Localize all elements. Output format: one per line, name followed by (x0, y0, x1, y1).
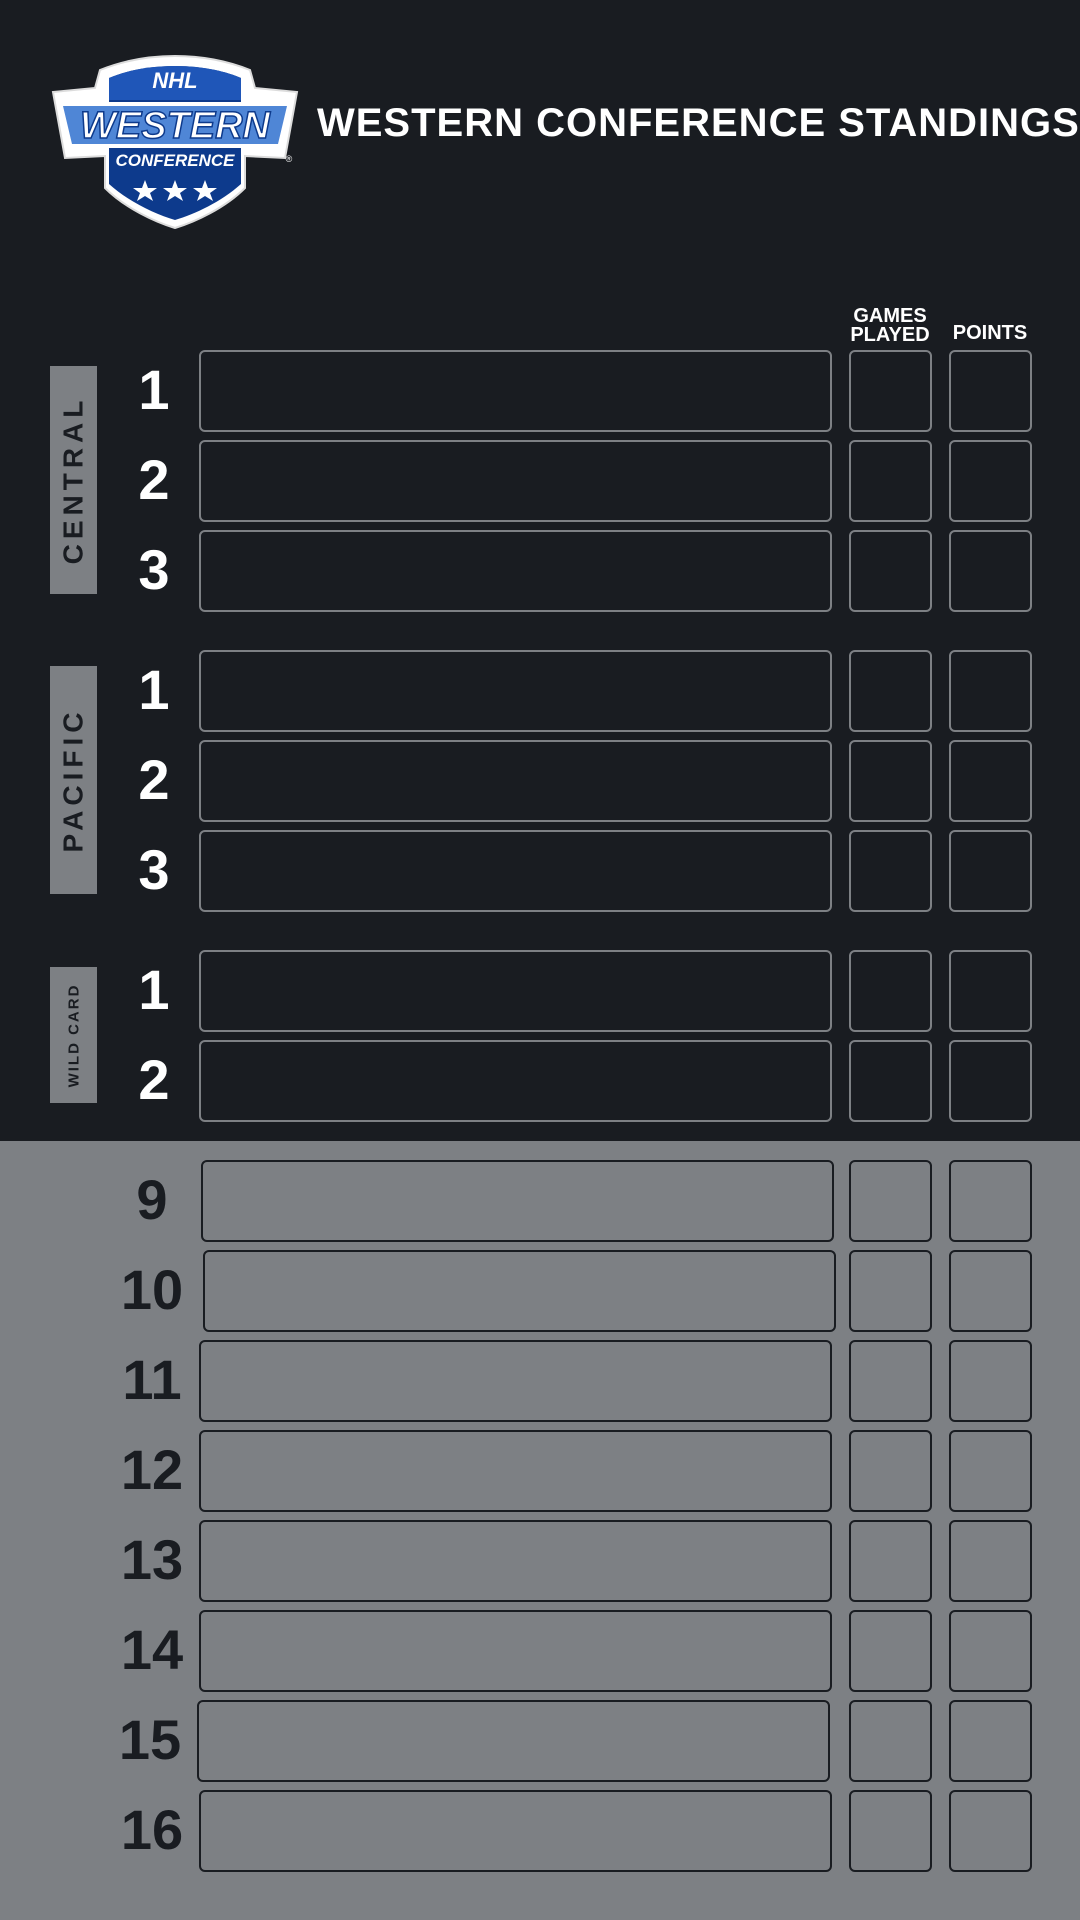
division-label-pacific-text: PACIFIC (57, 707, 89, 853)
logo-western-text: WESTERN (80, 105, 272, 147)
wild-card-2-team-field[interactable] (199, 1040, 832, 1122)
wild-card-rank-2: 2 (138, 1048, 170, 1111)
central-3-points-field[interactable] (949, 530, 1032, 612)
rank-14-team-field[interactable] (199, 1610, 832, 1692)
rank-11-team-field[interactable] (199, 1340, 832, 1422)
games-played-header-line2: PLAYED (850, 324, 930, 346)
rank-15-team-field[interactable] (197, 1700, 830, 1782)
points-header: POINTS (952, 322, 1028, 344)
rank-11-points-field[interactable] (949, 1340, 1032, 1422)
rank-9-games-played-field[interactable] (849, 1160, 932, 1242)
division-label-wild-card: WILD CARD (50, 967, 97, 1103)
central-3-games-played-field[interactable] (849, 530, 932, 612)
rank-13-games-played-field[interactable] (849, 1520, 932, 1602)
rank-15: 15 (118, 1708, 182, 1771)
central-1-points-field[interactable] (949, 350, 1032, 432)
rank-16-points-field[interactable] (949, 1790, 1032, 1872)
pacific-1-games-played-field[interactable] (849, 650, 932, 732)
wild-card-rank-1: 1 (138, 958, 170, 1021)
pacific-3-points-field[interactable] (949, 830, 1032, 912)
division-label-wild-card-text: WILD CARD (65, 983, 83, 1087)
rank-16-team-field[interactable] (199, 1790, 832, 1872)
conference-logo: NHL WESTERN CONFERENCE ® (51, 54, 299, 230)
division-label-pacific: PACIFIC (50, 666, 97, 894)
page-title: WESTERN CONFERENCE STANDINGS (317, 101, 1080, 145)
central-2-games-played-field[interactable] (849, 440, 932, 522)
rank-16: 16 (120, 1798, 184, 1861)
rank-11: 11 (122, 1348, 182, 1411)
rank-12-points-field[interactable] (949, 1430, 1032, 1512)
pacific-3-games-played-field[interactable] (849, 830, 932, 912)
rank-12: 12 (120, 1438, 184, 1501)
rank-10: 10 (120, 1258, 184, 1321)
central-1-games-played-field[interactable] (849, 350, 932, 432)
pacific-3-team-field[interactable] (199, 830, 832, 912)
pacific-rank-1: 1 (138, 658, 170, 721)
rank-12-team-field[interactable] (199, 1430, 832, 1512)
central-2-team-field[interactable] (199, 440, 832, 522)
rank-15-games-played-field[interactable] (849, 1700, 932, 1782)
division-label-central-text: CENTRAL (57, 395, 89, 565)
division-label-central: CENTRAL (50, 366, 97, 594)
pacific-2-points-field[interactable] (949, 740, 1032, 822)
wild-card-1-games-played-field[interactable] (849, 950, 932, 1032)
rank-13-team-field[interactable] (199, 1520, 832, 1602)
wild-card-2-games-played-field[interactable] (849, 1040, 932, 1122)
rank-11-games-played-field[interactable] (849, 1340, 932, 1422)
rank-16-games-played-field[interactable] (849, 1790, 932, 1872)
central-rank-3: 3 (138, 538, 170, 601)
rank-14-points-field[interactable] (949, 1610, 1032, 1692)
pacific-1-team-field[interactable] (199, 650, 832, 732)
logo-nhl-text: NHL (152, 68, 197, 93)
rank-15-points-field[interactable] (949, 1700, 1032, 1782)
games-played-header: GAMES PLAYED (845, 306, 935, 346)
central-1-team-field[interactable] (199, 350, 832, 432)
rank-12-games-played-field[interactable] (849, 1430, 932, 1512)
rank-10-team-field[interactable] (203, 1250, 836, 1332)
wild-card-1-team-field[interactable] (199, 950, 832, 1032)
rank-14-games-played-field[interactable] (849, 1610, 932, 1692)
wild-card-2-points-field[interactable] (949, 1040, 1032, 1122)
rank-9-points-field[interactable] (949, 1160, 1032, 1242)
pacific-rank-3: 3 (138, 838, 170, 901)
rank-13-points-field[interactable] (949, 1520, 1032, 1602)
central-rank-2: 2 (138, 448, 170, 511)
rank-10-points-field[interactable] (949, 1250, 1032, 1332)
central-3-team-field[interactable] (199, 530, 832, 612)
rank-13: 13 (120, 1528, 184, 1591)
rank-10-games-played-field[interactable] (849, 1250, 932, 1332)
rank-14: 14 (120, 1618, 184, 1681)
central-rank-1: 1 (138, 358, 170, 421)
pacific-1-points-field[interactable] (949, 650, 1032, 732)
pacific-2-games-played-field[interactable] (849, 740, 932, 822)
pacific-rank-2: 2 (138, 748, 170, 811)
logo-registered-mark: ® (286, 154, 293, 164)
rank-9: 9 (136, 1168, 168, 1231)
logo-conference-text: CONFERENCE (115, 151, 235, 170)
wild-card-1-points-field[interactable] (949, 950, 1032, 1032)
rank-9-team-field[interactable] (201, 1160, 834, 1242)
pacific-2-team-field[interactable] (199, 740, 832, 822)
central-2-points-field[interactable] (949, 440, 1032, 522)
